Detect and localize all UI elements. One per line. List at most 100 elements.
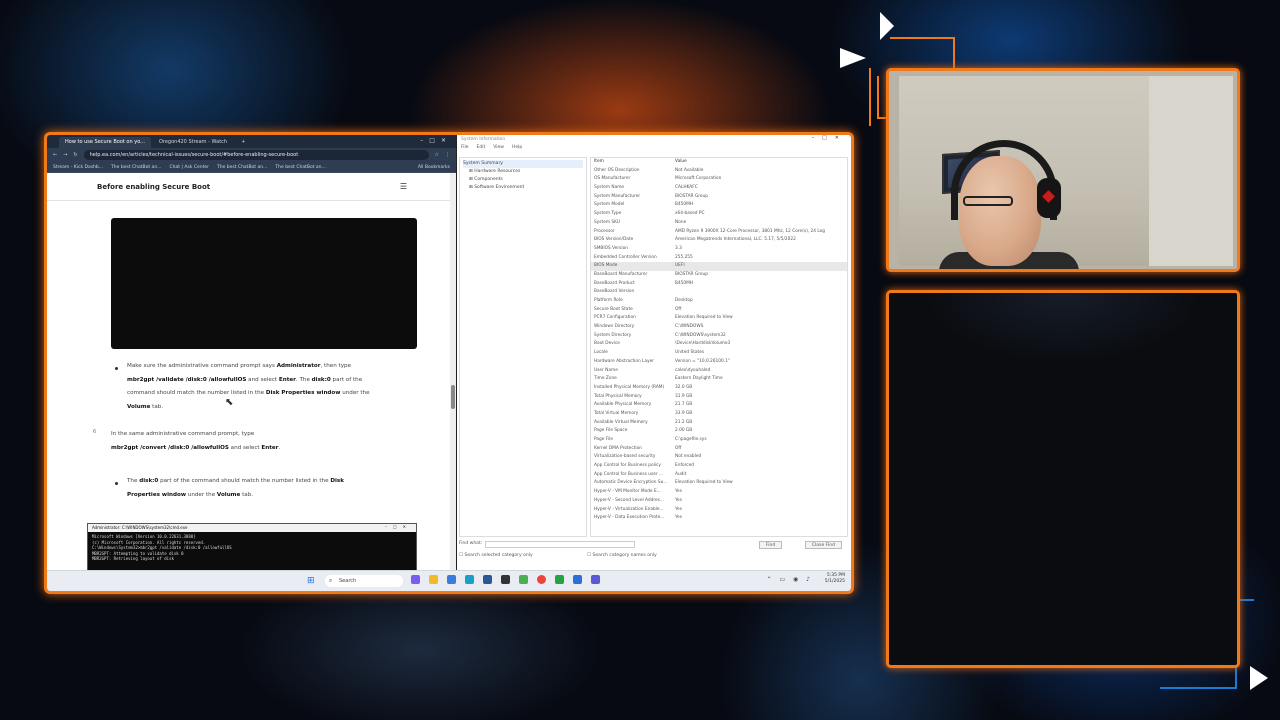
table-row[interactable]: System Type x64-based PC: [591, 210, 847, 219]
close-find-button[interactable]: Close Find: [805, 541, 842, 549]
table-row[interactable]: Page File C:\pagefile.sys: [591, 436, 847, 445]
bookmark-item[interactable]: The best ChatBot an...: [111, 165, 161, 170]
row-item: Windows Directory: [594, 324, 635, 330]
table-row[interactable]: BaseBoard Manufacturer BIOSTAR Group: [591, 271, 847, 280]
store-icon[interactable]: [447, 575, 456, 584]
table-row[interactable]: BaseBoard Version: [591, 288, 847, 297]
taskbar-search[interactable]: ⌕ Search: [325, 575, 403, 587]
app-icon[interactable]: [555, 575, 564, 584]
window-controls[interactable]: –□✕: [420, 137, 452, 144]
tree-item-components[interactable]: ⊞ Components: [463, 176, 583, 184]
table-row[interactable]: App Control for Business policy Enforced: [591, 462, 847, 471]
menu-view[interactable]: View: [493, 145, 504, 151]
table-row[interactable]: Hyper-V - Data Execution Prote... Yes: [591, 514, 847, 523]
back-icon[interactable]: ←: [53, 152, 57, 158]
table-row[interactable]: Hyper-V - Second Level Addres... Yes: [591, 497, 847, 506]
table-row[interactable]: Processor AMD Ryzen 9 3900X 12-Core Proce…: [591, 228, 847, 237]
table-header: Item Value: [591, 158, 847, 167]
table-row[interactable]: Hyper-V - VM Monitor Mode E... Yes: [591, 488, 847, 497]
tab-stream[interactable]: Oregon420 Stream - Watch: [153, 137, 233, 148]
table-row[interactable]: Windows Directory C:\WINDOWS: [591, 323, 847, 332]
text: . The: [295, 376, 312, 383]
table-row[interactable]: PCR7 Configuration Elevation Required to …: [591, 314, 847, 323]
bookmark-item[interactable]: Chat | Ask Center: [169, 165, 209, 170]
file-explorer-icon[interactable]: [429, 575, 438, 584]
edge-icon[interactable]: [465, 575, 474, 584]
bold-text: Administrator: [276, 363, 321, 369]
table-row[interactable]: System SKU None: [591, 219, 847, 228]
table-row[interactable]: Available Physical Memory 21.7 GB: [591, 401, 847, 410]
app-icon[interactable]: [591, 575, 600, 584]
table-row[interactable]: Available Virtual Memory 21.2 GB: [591, 419, 847, 428]
table-row[interactable]: User Name calex\dyouhaled: [591, 367, 847, 376]
extensions-icon[interactable]: ⋮: [445, 152, 450, 158]
page-scrollbar[interactable]: [450, 173, 456, 570]
start-button-icon[interactable]: ⊞: [307, 576, 315, 586]
table-row[interactable]: System Manufacturer BIOSTAR Group: [591, 193, 847, 202]
row-item: Page File: [594, 437, 613, 442]
menu-file[interactable]: File: [461, 145, 469, 151]
forward-icon[interactable]: →: [63, 152, 67, 158]
table-row[interactable]: Page File Space 2.00 GB: [591, 427, 847, 436]
table-row[interactable]: App Control for Business user ... Audit: [591, 471, 847, 480]
menu-help[interactable]: Help: [512, 145, 522, 151]
table-row[interactable]: System Directory C:\WINDOWS\system32: [591, 332, 847, 341]
tree-item-software[interactable]: ⊞ Software Environment: [463, 184, 583, 192]
table-row[interactable]: BaseBoard Product B450MH: [591, 280, 847, 289]
row-value: 2.00 GB: [675, 428, 693, 434]
column-header-item[interactable]: Item: [591, 158, 675, 167]
search-names-checkbox[interactable]: ☐ Search category names only: [587, 553, 657, 558]
table-row[interactable]: BIOS Version/Date American Megatrends Int…: [591, 236, 847, 245]
mail-icon[interactable]: [483, 575, 492, 584]
table-row[interactable]: Virtualization-based security Not enabled: [591, 453, 847, 462]
chrome-icon[interactable]: [537, 575, 546, 584]
table-row[interactable]: OS Manufacturer Microsoft Corporation: [591, 175, 847, 184]
tree-item-hardware[interactable]: ⊞ Hardware Resources: [463, 168, 583, 176]
table-row[interactable]: Kernel DMA Protection Off: [591, 445, 847, 454]
table-row[interactable]: BIOS Mode UEFI: [591, 262, 847, 271]
tab-secure-boot[interactable]: How to use Secure Boot on yo...: [59, 137, 151, 148]
table-row[interactable]: Secure Boot State Off: [591, 306, 847, 315]
search-selected-checkbox[interactable]: ☐ Search selected category only: [459, 553, 533, 558]
table-row[interactable]: System Model B450MH: [591, 201, 847, 210]
row-item: Available Physical Memory: [594, 402, 652, 408]
table-row[interactable]: Platform Role Desktop: [591, 297, 847, 306]
table-row[interactable]: SMBIOS Version 3.3: [591, 245, 847, 254]
terminal-icon[interactable]: [501, 575, 510, 584]
table-row[interactable]: Automatic Device Encryption Su... Elevati…: [591, 479, 847, 488]
app-icon[interactable]: [519, 575, 528, 584]
table-row[interactable]: System Name CALHKAFC: [591, 184, 847, 193]
bookmark-item[interactable]: Stream - Kick Dashb...: [53, 165, 103, 170]
column-header-value[interactable]: Value: [675, 158, 847, 167]
app-icon[interactable]: [573, 575, 582, 584]
table-row[interactable]: Boot Device \Device\HarddiskVolume3: [591, 340, 847, 349]
system-tray-icons[interactable]: ⌃ ▭ ◉ ♪: [767, 576, 813, 583]
table-row[interactable]: Other OS Description Not Available: [591, 167, 847, 176]
find-input[interactable]: [485, 541, 635, 548]
table-row[interactable]: Total Physical Memory 31.9 GB: [591, 393, 847, 402]
all-bookmarks[interactable]: All Bookmarks: [418, 165, 450, 170]
bookmark-item[interactable]: The best ChatBot an...: [217, 165, 267, 170]
url-field[interactable]: help.ea.com/en/articles/technical-issues…: [83, 150, 429, 160]
bookmark-star-icon[interactable]: ☆: [435, 152, 439, 158]
table-row[interactable]: Total Virtual Memory 33.9 GB: [591, 410, 847, 419]
table-row[interactable]: Locale United States: [591, 349, 847, 358]
table-row[interactable]: Hyper-V - Virtualization Enable... Yes: [591, 506, 847, 515]
table-row[interactable]: Time Zone Eastern Daylight Time: [591, 375, 847, 384]
row-item: Processor: [594, 228, 615, 234]
widgets-icon[interactable]: [411, 575, 420, 584]
find-button[interactable]: Find: [759, 541, 783, 549]
tree-item-system-summary[interactable]: System Summary: [463, 160, 583, 168]
new-tab-button[interactable]: +: [235, 137, 251, 148]
menu-edit[interactable]: Edit: [477, 145, 486, 151]
table-row[interactable]: Installed Physical Memory (RAM) 32.0 GB: [591, 384, 847, 393]
table-row[interactable]: Embedded Controller Version 255.255: [591, 254, 847, 263]
video-embed[interactable]: [111, 218, 417, 349]
bookmark-item[interactable]: The best ChatBot an...: [275, 165, 325, 170]
reload-icon[interactable]: ↻: [73, 152, 77, 158]
window-controls[interactable]: –□✕: [812, 135, 847, 141]
table-of-contents-icon[interactable]: ☰: [400, 182, 407, 191]
scrollbar-thumb[interactable]: [451, 385, 455, 409]
clock[interactable]: 5:35 PM 5/1/2025: [825, 573, 845, 585]
table-row[interactable]: Hardware Abstraction Layer Version = "10.…: [591, 358, 847, 367]
